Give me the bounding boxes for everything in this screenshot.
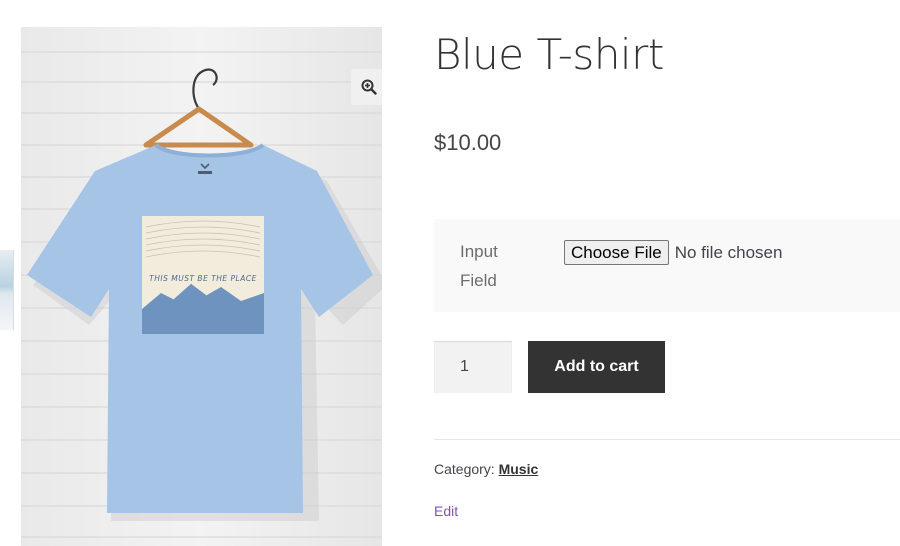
product-price: $10.00 <box>434 130 502 155</box>
add-to-cart-button[interactable]: Add to cart <box>528 341 665 393</box>
product-gallery: THIS MUST BE THE PLACE <box>21 27 382 546</box>
category-link[interactable]: Music <box>499 461 539 477</box>
addon-field-box: Input Field Choose File No file chosen <box>434 219 900 312</box>
zoom-button[interactable] <box>351 69 382 105</box>
choose-file-button[interactable]: Choose File <box>564 240 669 265</box>
print-text: THIS MUST BE THE PLACE <box>149 274 257 283</box>
product-title: Blue T-shirt <box>434 30 664 79</box>
gallery-thumbnail[interactable] <box>0 250 14 330</box>
addon-field-label: Input Field <box>460 242 498 290</box>
file-input: Choose File No file chosen <box>564 240 782 265</box>
zoom-in-icon <box>361 79 377 95</box>
file-status-text: No file chosen <box>674 242 783 262</box>
category-prefix: Category: <box>434 461 499 477</box>
quantity-input[interactable] <box>434 341 512 393</box>
edit-link[interactable]: Edit <box>434 503 458 519</box>
divider <box>434 439 900 440</box>
product-meta: Category: Music <box>434 461 538 477</box>
product-image[interactable]: THIS MUST BE THE PLACE <box>21 27 382 546</box>
